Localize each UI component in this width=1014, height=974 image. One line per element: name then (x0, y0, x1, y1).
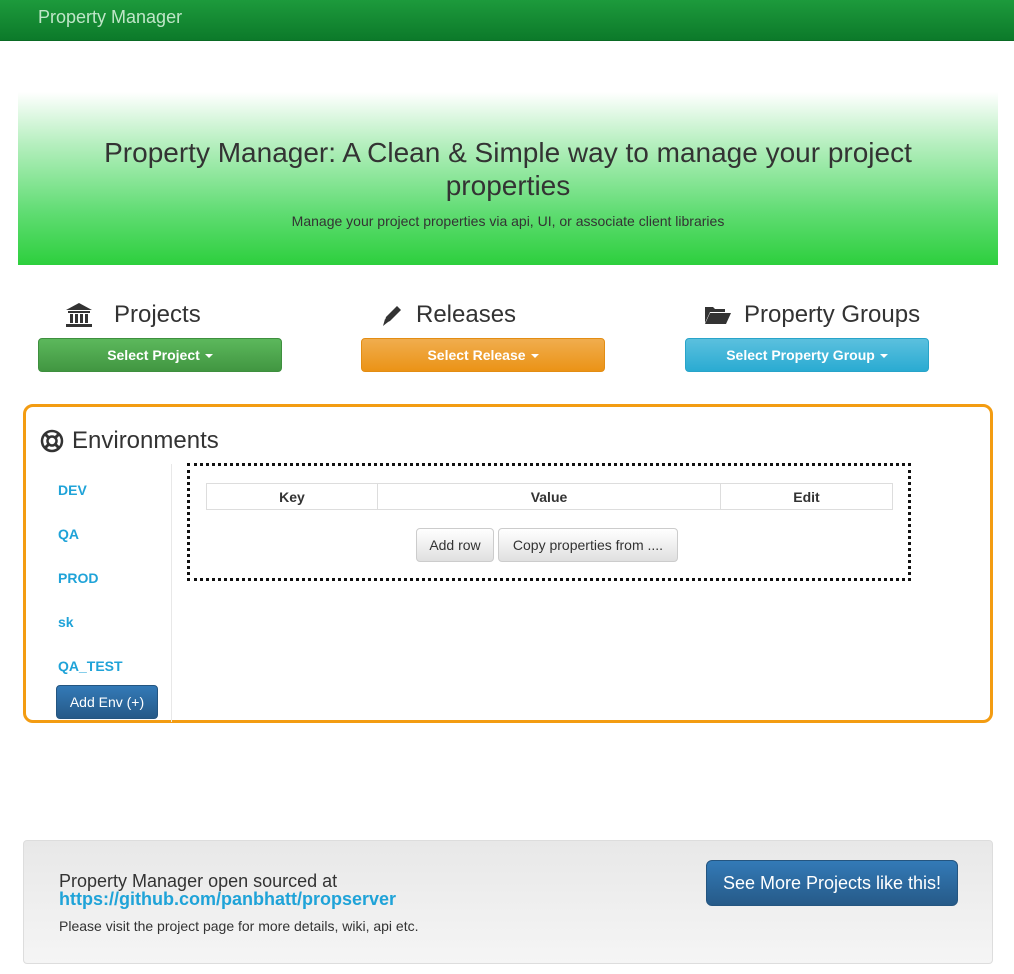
environments-panel: Environments DEV QA PROD sk QA_TEST Add … (23, 404, 993, 723)
env-item-qa[interactable]: QA (58, 526, 79, 542)
environments-title-label: Environments (72, 427, 219, 454)
select-property-group-label: Select Property Group (726, 347, 875, 363)
property-groups-heading: Property Groups (704, 298, 920, 332)
github-link[interactable]: https://github.com/panbhatt/propserver (59, 889, 396, 910)
select-project-button[interactable]: Select Project (38, 338, 282, 372)
select-property-group-button[interactable]: Select Property Group (685, 338, 929, 372)
env-item-qa-test[interactable]: QA_TEST (58, 658, 123, 674)
environment-list: DEV QA PROD sk QA_TEST (26, 464, 172, 722)
column-header-key: Key (206, 483, 378, 510)
hero-subtitle: Manage your project properties via api, … (291, 213, 725, 229)
caret-down-icon (879, 354, 888, 359)
add-env-button[interactable]: Add Env (+) (56, 685, 158, 719)
see-more-projects-button[interactable]: See More Projects like this! (706, 860, 958, 906)
properties-table: Key Value Edit (206, 483, 893, 510)
property-groups-heading-label: Property Groups (744, 301, 921, 328)
env-item-prod[interactable]: PROD (58, 570, 98, 586)
top-navbar: Property Manager (0, 0, 1014, 41)
footer-panel: Property Manager open sourced at https:/… (23, 840, 993, 964)
releases-heading: Releases (380, 298, 516, 332)
lifebuoy-icon (40, 429, 64, 453)
hero-banner: Property Manager: A Clean & Simple way t… (18, 92, 998, 265)
column-header-value: Value (377, 483, 721, 510)
caret-down-icon (204, 354, 213, 359)
folder-open-icon (704, 300, 732, 330)
footer-note: Please visit the project page for more d… (59, 918, 419, 934)
hero-title: Property Manager: A Clean & Simple way t… (104, 137, 912, 201)
add-row-button[interactable]: Add row (416, 528, 494, 562)
projects-heading: Projects (64, 298, 201, 332)
releases-heading-label: Releases (416, 301, 517, 328)
bank-icon (64, 300, 94, 330)
properties-table-box: Key Value Edit Add row Copy properties f… (187, 463, 911, 581)
projects-heading-label: Projects (114, 301, 201, 328)
select-release-button[interactable]: Select Release (361, 338, 605, 372)
column-header-edit: Edit (720, 483, 893, 510)
select-project-label: Select Project (107, 347, 200, 363)
select-release-label: Select Release (427, 347, 526, 363)
caret-down-icon (530, 354, 539, 359)
env-item-dev[interactable]: DEV (58, 482, 87, 498)
pencil-icon (380, 300, 402, 330)
environments-title: Environments (40, 427, 219, 455)
copy-properties-button[interactable]: Copy properties from .... (498, 528, 678, 562)
navbar-brand[interactable]: Property Manager (38, 7, 182, 28)
env-item-sk[interactable]: sk (58, 614, 74, 630)
